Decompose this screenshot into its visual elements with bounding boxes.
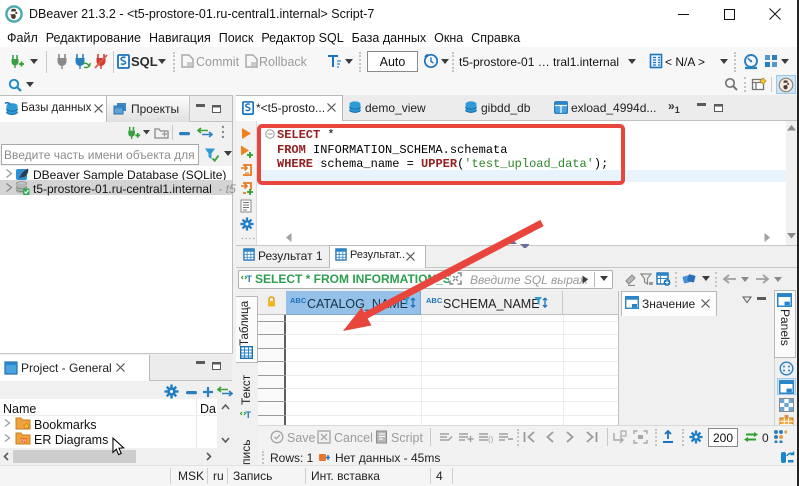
svg-text:T: T	[246, 410, 252, 420]
svg-text:(): ()	[488, 435, 494, 443]
svg-text:ER: ER	[20, 439, 27, 444]
svg-text:T: T	[247, 274, 253, 284]
